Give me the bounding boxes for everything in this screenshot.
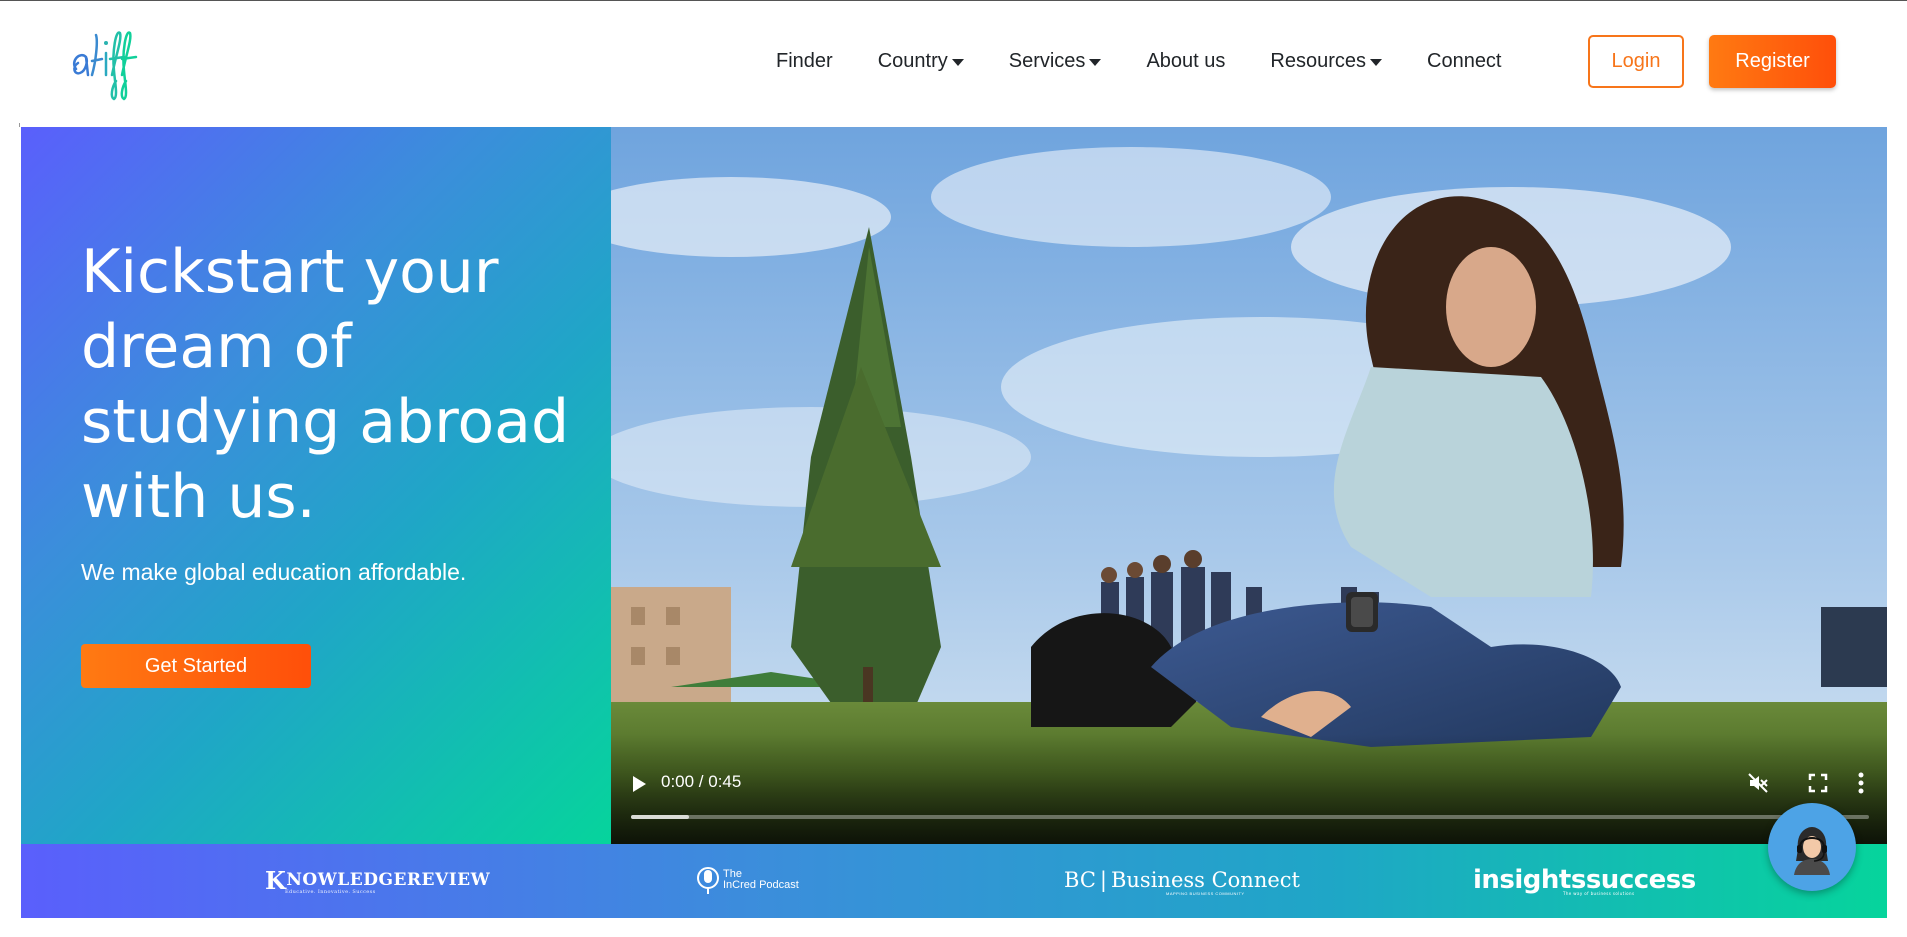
video-controls-bar (611, 734, 1887, 844)
knowledge-review-logo[interactable]: K NOWLEDGEREVIEW Educative. Innovative. S… (265, 860, 490, 900)
logo-tagline: MAPPING BUSINESS COMMUNITY (1166, 891, 1245, 896)
nav-item-label: Services (1008, 49, 1086, 72)
nav-item-resources[interactable]: Resources (1270, 50, 1382, 73)
caret-down-icon (1089, 58, 1102, 66)
nav-item-label: Country (877, 49, 948, 72)
login-button[interactable]: Login (1588, 35, 1684, 88)
get-started-button[interactable]: Get Started (81, 644, 311, 688)
video-progress-bar[interactable] (631, 815, 1869, 819)
play-icon[interactable] (633, 776, 646, 792)
nav-item-country[interactable]: Country (878, 50, 964, 73)
caret-down-icon (1370, 58, 1382, 66)
logo-name: NOWLEDGEREVIEW (286, 870, 491, 890)
microphone-icon (697, 867, 719, 894)
business-connect-logo[interactable]: BC | Business Connect MAPPING BUSINESS COM… (1064, 860, 1300, 900)
incred-podcast-logo[interactable]: The InCred Podcast (697, 860, 799, 900)
mute-icon[interactable] (1748, 773, 1768, 793)
nav-item-connect[interactable]: Connect (1427, 50, 1502, 73)
logo-tagline: Educative. Innovative. Success (285, 889, 376, 895)
divider (19, 123, 20, 127)
logo-tagline: The way of business solutions (1563, 891, 1635, 896)
logo-abbr: BC (1064, 868, 1096, 892)
fullscreen-icon[interactable] (1808, 773, 1828, 793)
hero-title: Kickstart your dream of studying abroad … (81, 237, 570, 532)
video-progress-fill (631, 815, 690, 819)
logo-name: Business Connect (1110, 868, 1300, 892)
nav-item-finder[interactable]: Finder (776, 50, 833, 73)
hero-section: Kickstart your dream of studying abroad … (21, 127, 1887, 844)
nav-item-services[interactable]: Services (1009, 50, 1102, 73)
chat-support-button[interactable] (1768, 803, 1856, 891)
caret-down-icon (951, 58, 964, 66)
nav-item-about-us[interactable]: About us (1146, 50, 1225, 73)
nav-item-label: Finder (776, 49, 833, 72)
support-agent-icon (1794, 827, 1830, 875)
insights-success-logo[interactable]: insightssuccess The way of business solu… (1473, 860, 1696, 900)
hero-video-player[interactable]: 0:00 / 0:45 (611, 127, 1887, 844)
nav-item-label: About us (1146, 49, 1226, 72)
logo-prefix: K (265, 865, 287, 895)
logo-line2: InCred Podcast (723, 879, 799, 891)
aliff-logo[interactable] (66, 21, 146, 101)
more-options-icon[interactable] (1858, 772, 1864, 794)
navbar: Finder Country Services About us Resourc… (0, 1, 1907, 123)
video-time: 0:00 / 0:45 (661, 772, 742, 791)
nav-item-label: Resources (1270, 49, 1366, 72)
register-button[interactable]: Register (1709, 35, 1836, 88)
hero-panel: Kickstart your dream of studying abroad … (21, 127, 611, 844)
hero-subtitle: We make global education affordable. (81, 559, 467, 585)
nav-item-label: Connect (1427, 49, 1502, 72)
press-logos-strip: K NOWLEDGEREVIEW Educative. Innovative. S… (21, 844, 1887, 918)
main-nav: Finder Country Services About us Resourc… (776, 39, 1547, 83)
